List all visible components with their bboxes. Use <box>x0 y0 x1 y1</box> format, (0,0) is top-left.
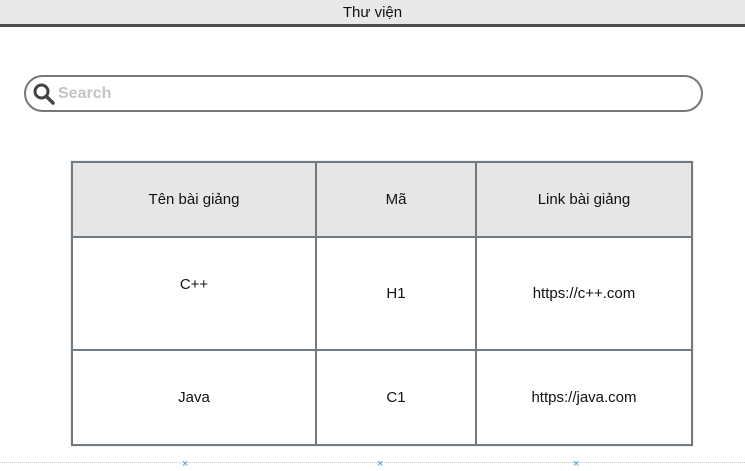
column-header-code: Mã <box>315 161 477 238</box>
table-row[interactable]: Java C1 https://java.com <box>71 349 693 446</box>
table-row[interactable]: C++ H1 https://c++.com <box>71 236 693 351</box>
window-title: Thư viện <box>342 3 403 21</box>
close-icon[interactable]: × <box>377 459 383 470</box>
column-header-title: Tên bài giảng <box>71 161 317 238</box>
table-header-row: Tên bài giảng Mã Link bài giảng <box>71 161 693 238</box>
search-bar[interactable] <box>24 75 703 112</box>
search-input[interactable] <box>56 84 658 103</box>
cell-code: H1 <box>315 236 477 351</box>
column-header-link: Link bài giảng <box>475 161 693 238</box>
cell-code: C1 <box>315 349 477 446</box>
lecture-table: Tên bài giảng Mã Link bài giảng C++ H1 h… <box>71 161 693 446</box>
search-icon <box>32 82 56 106</box>
window-titlebar: Thư viện <box>0 0 745 27</box>
cell-link[interactable]: https://java.com <box>475 349 693 446</box>
cell-link[interactable]: https://c++.com <box>475 236 693 351</box>
close-icon[interactable]: × <box>573 459 579 470</box>
cell-title: Java <box>71 349 317 446</box>
close-icon[interactable]: × <box>182 459 188 470</box>
cell-title: C++ <box>71 236 317 351</box>
